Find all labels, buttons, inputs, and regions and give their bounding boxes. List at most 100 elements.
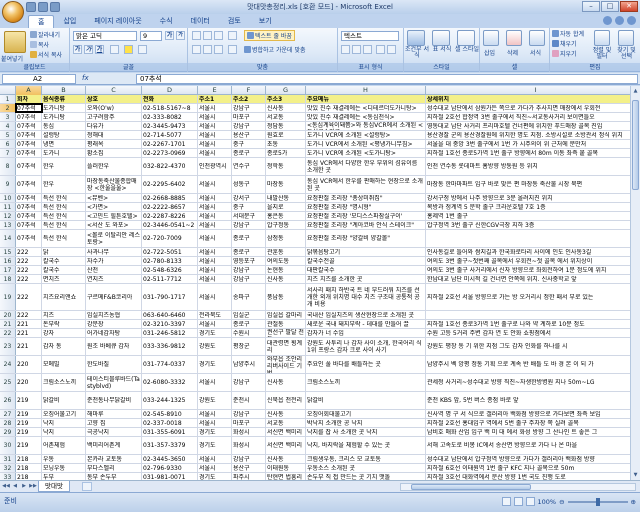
cell-b24[interactable]: 모메밀 — [42, 356, 86, 373]
cell-b10[interactable]: 특선 한식 — [42, 194, 86, 202]
ribbon-close-icon[interactable] — [627, 16, 636, 25]
cell-g1[interactable]: 주소3 — [266, 95, 306, 103]
cell-c18[interactable]: 연지즈 — [86, 275, 142, 283]
cell-e13[interactable]: 서울시 — [198, 221, 232, 229]
cell-d25[interactable]: 02-6080-3332 — [142, 374, 198, 391]
cell-a26[interactable]: 219 — [16, 392, 42, 409]
cell-e8[interactable]: 인천광역시 — [198, 158, 232, 175]
cell-f11[interactable]: 중구 — [232, 203, 266, 211]
tab-view[interactable]: 보기 — [250, 15, 281, 28]
cell-h25[interactable]: 크림소스노끼 — [306, 374, 426, 391]
zoom-in-icon[interactable]: ⊕ — [631, 498, 636, 506]
row-header[interactable]: 4 — [0, 122, 16, 130]
cell-c19[interactable]: 구르메F&B코리아 — [86, 284, 142, 310]
cell-b13[interactable]: 특선 한식 — [42, 221, 86, 229]
cell-g31[interactable]: 신사동 — [266, 455, 306, 463]
cell-g26[interactable]: 신북읍 천전리 — [266, 392, 306, 409]
cell-g18[interactable]: 신사동 — [266, 275, 306, 283]
align-top-icon[interactable] — [192, 31, 201, 40]
fill-button[interactable]: 채우기 — [552, 39, 577, 48]
cell-d1[interactable]: 전화 — [142, 95, 198, 103]
align-middle-icon[interactable] — [203, 31, 212, 40]
cell-i7[interactable]: 지하철 1호선 종로5가역 1번 출구 방향에서 80m 이동 좌측 붙 골목 — [426, 149, 640, 157]
cell-e21[interactable]: 서울시 — [198, 320, 232, 328]
cell-d26[interactable]: 033-244-1325 — [142, 392, 198, 409]
cell-h31[interactable]: 크림생우동, 크리스 모 교토동 — [306, 455, 426, 463]
cell-e2[interactable]: 서울시 — [198, 104, 232, 112]
row-header[interactable]: 22 — [0, 329, 16, 337]
cell-a31[interactable]: 218 — [16, 455, 42, 463]
cell-a23[interactable]: 221 — [16, 338, 42, 355]
cell-d8[interactable]: 032-822-4370 — [142, 158, 198, 175]
cell-g29[interactable]: 서신면 백미리 — [266, 428, 306, 436]
cell-f15[interactable]: 종로구 — [232, 248, 266, 256]
cell-h22[interactable]: 감자가 너 수입 — [306, 329, 426, 337]
cell-f6[interactable]: 중구 — [232, 140, 266, 148]
select-all-corner[interactable] — [0, 86, 16, 95]
cell-g27[interactable]: 신사동 — [266, 410, 306, 418]
cell-h8[interactable]: 동심 VCR에서 다양한 한우 부위의 섬유이름 소개한 곳 — [306, 158, 426, 175]
cell-c25[interactable]: 테이스티블루바드(Tastyblvd) — [86, 374, 142, 391]
cell-a15[interactable]: 222 — [16, 248, 42, 256]
align-right-icon[interactable] — [214, 45, 223, 54]
comma-icon[interactable] — [363, 45, 372, 54]
zoom-slider-thumb[interactable] — [595, 497, 600, 506]
cell-g4[interactable]: 청담동 — [266, 122, 306, 130]
row-header[interactable]: 31 — [0, 455, 16, 463]
cell-e32[interactable]: 서울시 — [198, 464, 232, 472]
cell-a30[interactable]: 219 — [16, 437, 42, 454]
cell-c21[interactable]: 강문장 — [86, 320, 142, 328]
cell-e9[interactable]: 서울시 — [198, 176, 232, 193]
cell-d30[interactable]: 031-357-3379 — [142, 437, 198, 454]
zoom-slider[interactable] — [567, 497, 628, 506]
grow-font-button[interactable]: 가 — [165, 31, 174, 40]
cell-g2[interactable]: 신사동 — [266, 104, 306, 112]
cell-c29[interactable]: 극공낙지 — [86, 428, 142, 436]
cell-b20[interactable]: 치즈 — [42, 311, 86, 319]
cell-i15[interactable]: 인사동길로 들어와 쌈지길과 한국화로타리 사이에 인도 인사동3길 — [426, 248, 640, 256]
cell-b2[interactable]: 도가니탕 — [42, 104, 86, 112]
cell-a33[interactable]: 218 — [16, 473, 42, 480]
cell-c17[interactable]: 산천 — [86, 266, 142, 274]
cell-b9[interactable]: 한우 — [42, 176, 86, 193]
cell-d5[interactable]: 02-714-5077 — [142, 131, 198, 139]
cell-d31[interactable]: 02-3445-3650 — [142, 455, 198, 463]
row-header[interactable]: 2 — [0, 104, 16, 112]
cell-a2[interactable]: 07추석 — [15, 103, 43, 113]
cell-b16[interactable]: 칼국수 — [42, 257, 86, 265]
row-header[interactable]: 13 — [0, 221, 16, 229]
align-left-icon[interactable] — [192, 45, 201, 54]
cell-b32[interactable]: 모닝우동 — [42, 464, 86, 472]
cell-i6[interactable]: 서울을 대 중앙 3번 출구에서 1번 가 시주의이 위 근처에 분만처 — [426, 140, 640, 148]
scroll-down-icon[interactable]: ▼ — [631, 470, 640, 480]
cell-b6[interactable]: 냉면 — [42, 140, 86, 148]
row-header[interactable]: 28 — [0, 419, 16, 427]
zoom-out-icon[interactable]: ⊖ — [559, 498, 564, 506]
cell-h3[interactable]: 맛있 진수 재결레에는 <동심천식> — [306, 113, 426, 121]
cell-e22[interactable]: 경기도 — [198, 329, 232, 337]
cell-f1[interactable]: 주소2 — [232, 95, 266, 103]
cell-f10[interactable]: 강서구 — [232, 194, 266, 202]
cell-i4[interactable]: 영동대교 남단 사거리 프리마호텔 건너편에 위치한 푸드매장 골목 진입 — [426, 122, 640, 130]
cell-a27[interactable]: 219 — [16, 410, 42, 418]
cell-f4[interactable]: 강남구 — [232, 122, 266, 130]
delete-cells-button[interactable]: 삭제 — [507, 48, 518, 57]
cell-i10[interactable]: 강서구청 방에서 나주 방향으로 3분 올려지진 위치 — [426, 194, 640, 202]
cell-e14[interactable]: 서울시 — [198, 230, 232, 247]
cell-e18[interactable]: 서울시 — [198, 275, 232, 283]
cell-g7[interactable]: 종로5가 — [266, 149, 306, 157]
cell-i14[interactable] — [426, 230, 640, 247]
cell-g8[interactable]: 청학동 — [266, 158, 306, 175]
cell-i30[interactable]: 서해 고속도로 비봉 IC에서 송산면 방향으로 가다 나 온 마을 — [426, 437, 640, 454]
cell-f12[interactable]: 서대문구 — [232, 212, 266, 220]
cell-c6[interactable]: 평래옥 — [86, 140, 142, 148]
vertical-scrollbar[interactable]: ▲ ▼ — [630, 86, 640, 480]
format-painter-button[interactable]: 서식 복사 — [30, 50, 62, 59]
cell-h33[interactable]: 손두부 직 접 만드는 곳 기치 맷돌 — [306, 473, 426, 480]
column-header-i[interactable]: I — [426, 86, 640, 95]
row-header[interactable]: 15 — [0, 248, 16, 256]
cell-a25[interactable]: 220 — [16, 374, 42, 391]
cell-f13[interactable]: 강남구 — [232, 221, 266, 229]
cut-button[interactable]: 잘라내기 — [30, 30, 60, 39]
cell-g14[interactable]: 삼청동 — [266, 230, 306, 247]
